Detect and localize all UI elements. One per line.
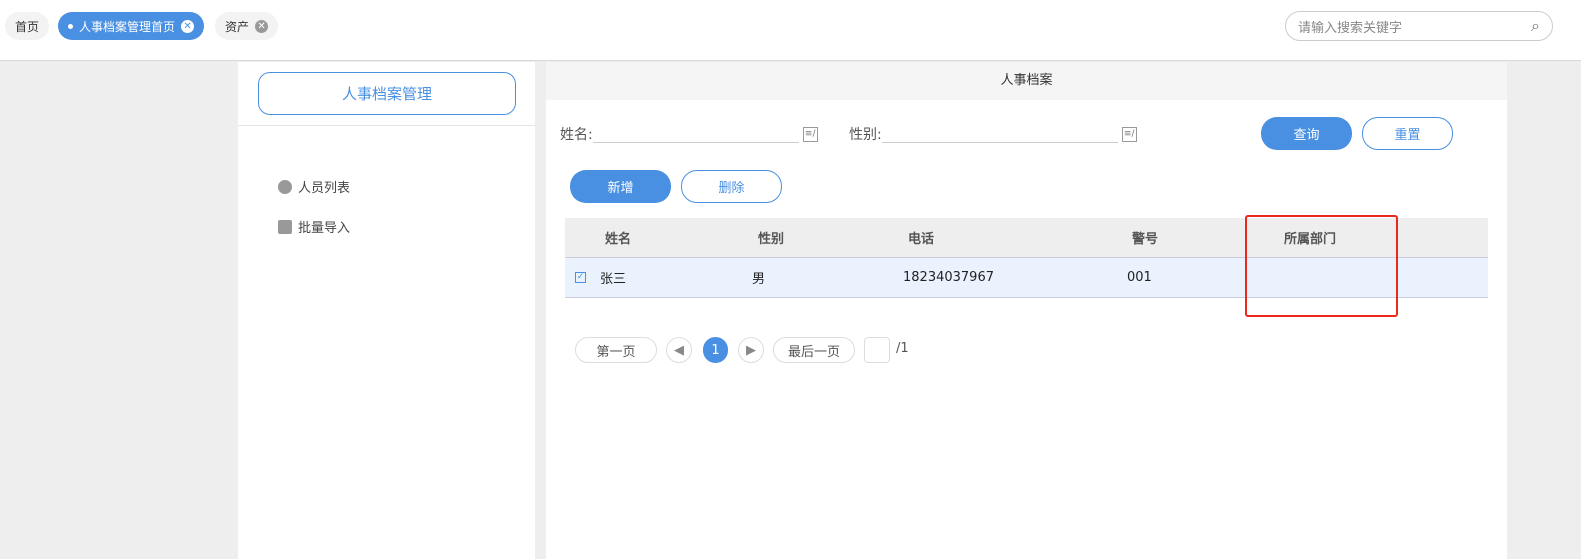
cell-phone: 18234037967	[903, 270, 994, 285]
import-icon	[278, 219, 292, 234]
main-panel: 人事档案 姓名: ≡/ 性别: ≡/ 查询 重置 新增 删除 姓名 性别 电话 …	[546, 62, 1507, 559]
top-bar: 首页 人事档案管理首页 ✕ 资产 ✕ 请输入搜索关键字 ⌕	[0, 0, 1581, 61]
list-icon	[278, 179, 292, 194]
delete-button[interactable]: 删除	[681, 170, 782, 203]
sidebar-title-button[interactable]: 人事档案管理	[258, 72, 516, 115]
tab-assets[interactable]: 资产 ✕	[215, 12, 279, 40]
close-icon[interactable]: ✕	[181, 19, 195, 33]
page-input[interactable]	[864, 337, 890, 363]
header-phone: 电话	[908, 232, 935, 247]
add-button[interactable]: 新增	[570, 170, 671, 203]
row-checkbox[interactable]: ✓	[575, 272, 586, 283]
name-input[interactable]	[592, 141, 799, 143]
search-input[interactable]: 请输入搜索关键字 ⌕	[1285, 11, 1553, 41]
page-title: 人事档案	[546, 62, 1507, 100]
gender-label: 性别:	[849, 127, 882, 143]
sidebar-item-batch-import[interactable]: 批量导入	[278, 217, 350, 236]
name-filter: 姓名: ≡/	[560, 124, 818, 144]
page-1-button[interactable]: 1	[703, 337, 728, 363]
edit-icon[interactable]: ≡/	[802, 126, 818, 142]
reset-button[interactable]: 重置	[1362, 117, 1453, 150]
page-total: /1	[896, 341, 909, 356]
header-gender: 性别	[758, 232, 785, 247]
tab-label: 首页	[15, 19, 40, 34]
gender-filter: 性别: ≡/	[849, 124, 1137, 144]
sidebar: 人事档案管理 人员列表 批量导入	[238, 62, 535, 559]
search-icon[interactable]: ⌕	[1531, 16, 1540, 36]
caret-right-icon: ▶	[746, 342, 756, 358]
cell-name: 张三	[600, 272, 627, 287]
first-page-button[interactable]: 第一页	[575, 337, 657, 363]
sidebar-item-label: 批量导入	[298, 221, 351, 236]
divider	[238, 125, 535, 126]
header-name: 姓名	[605, 232, 632, 247]
cell-badge-no: 001	[1127, 270, 1152, 285]
sidebar-item-person-list[interactable]: 人员列表	[278, 177, 350, 196]
gender-input[interactable]	[881, 141, 1118, 143]
search-placeholder: 请输入搜索关键字	[1298, 20, 1403, 36]
tab-hr-archive-home[interactable]: 人事档案管理首页 ✕	[58, 12, 205, 40]
query-button[interactable]: 查询	[1261, 117, 1352, 150]
highlight-box	[1245, 215, 1398, 317]
tab-label: 人事档案管理首页	[79, 19, 176, 34]
prev-page-button[interactable]: ◀	[666, 337, 692, 363]
cell-gender: 男	[752, 272, 766, 287]
tab-label: 资产	[225, 19, 250, 34]
name-label: 姓名:	[560, 127, 593, 143]
active-dot-icon	[68, 23, 73, 29]
next-page-button[interactable]: ▶	[738, 337, 764, 363]
close-icon[interactable]: ✕	[255, 19, 269, 33]
last-page-button[interactable]: 最后一页	[773, 337, 855, 363]
tab-home[interactable]: 首页	[5, 12, 50, 40]
header-badge-no: 警号	[1132, 232, 1159, 247]
sidebar-item-label: 人员列表	[298, 181, 351, 196]
caret-left-icon: ◀	[674, 342, 684, 358]
edit-icon[interactable]: ≡/	[1121, 126, 1137, 142]
